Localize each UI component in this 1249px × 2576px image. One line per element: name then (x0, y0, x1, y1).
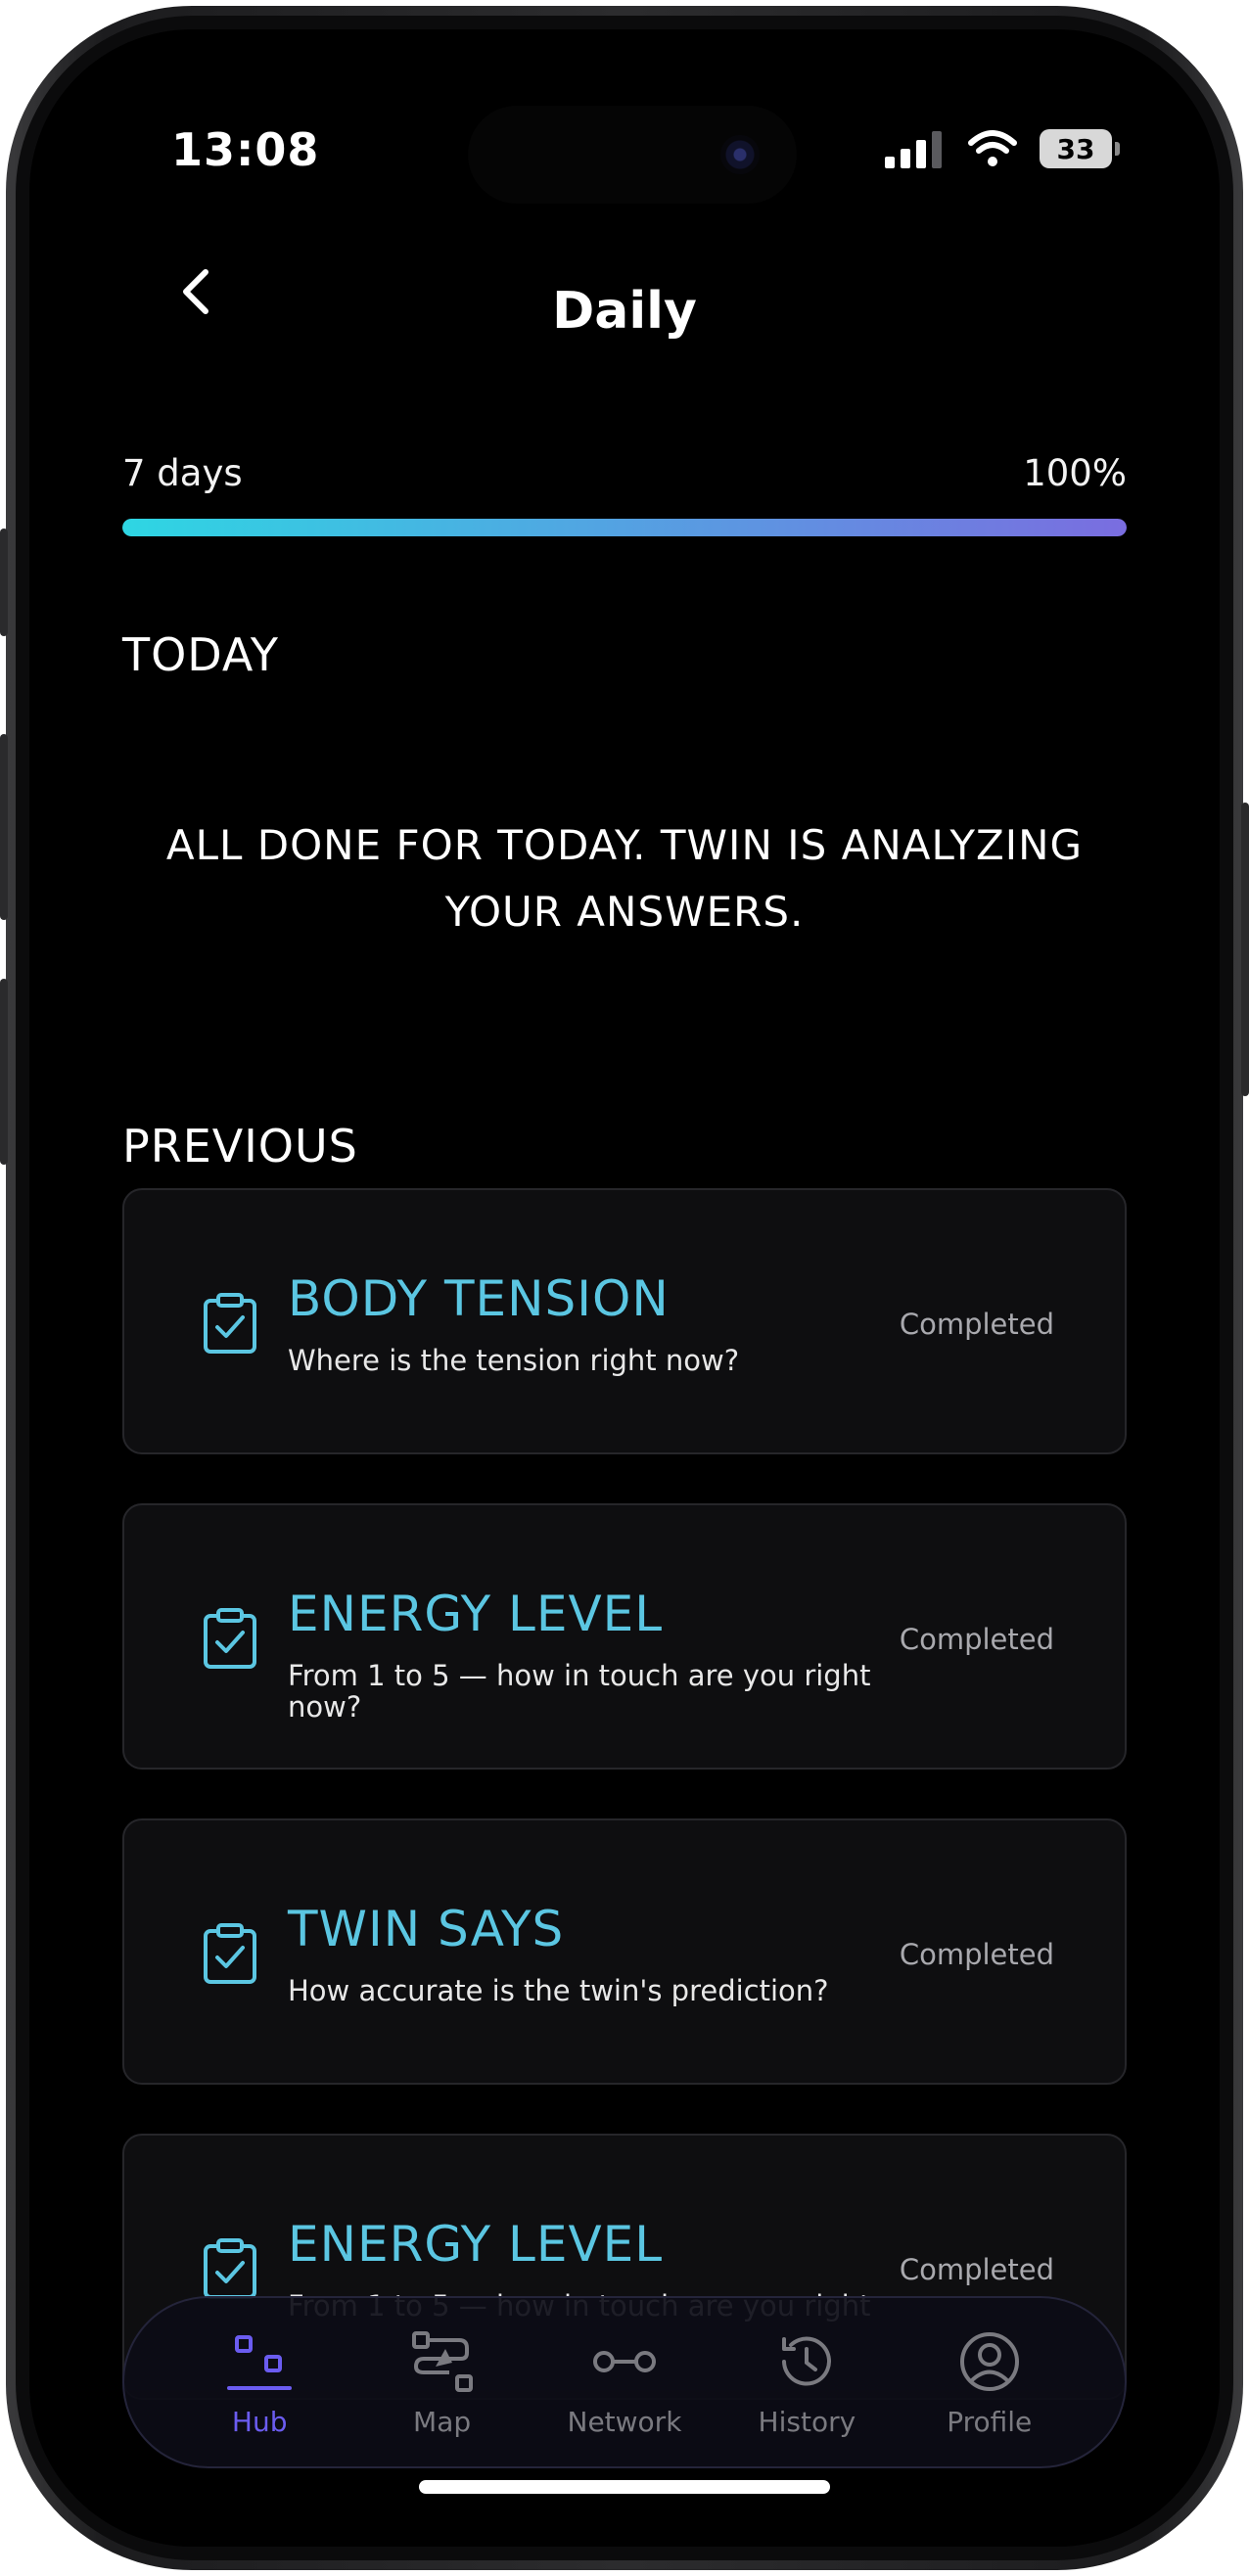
today-heading: TODAY (122, 628, 279, 681)
signal-icon (885, 131, 942, 168)
status-badge: Completed (899, 1938, 1054, 1971)
today-message: ALL DONE FOR TODAY. TWIN IS ANALYZING YO… (122, 812, 1127, 945)
tab-network[interactable]: Network (541, 2327, 708, 2438)
network-icon (592, 2350, 656, 2372)
tab-bar: Hub Map Network History Profile (122, 2296, 1127, 2468)
list-item[interactable]: BODY TENSION Where is the tension right … (122, 1188, 1127, 1454)
card-title: ENERGY LEVEL (288, 2216, 664, 2273)
clipboard-check-icon (204, 1293, 256, 1354)
clipboard-check-icon (204, 1608, 256, 1669)
status-icons: 33 (883, 129, 1120, 168)
tab-label: Profile (947, 2405, 1033, 2438)
hub-icon (227, 2334, 293, 2390)
tab-label: Hub (231, 2405, 288, 2438)
home-indicator[interactable] (419, 2480, 830, 2494)
list-item[interactable]: TWIN SAYS How accurate is the twin's pre… (122, 1818, 1127, 2085)
status-time: 13:08 (171, 123, 320, 176)
status-badge: Completed (899, 2253, 1054, 2286)
profile-icon (959, 2331, 1019, 2391)
tab-history[interactable]: History (723, 2327, 890, 2438)
tab-map[interactable]: Map (359, 2327, 526, 2438)
battery-icon: 33 (1040, 129, 1120, 168)
tab-label: Network (567, 2405, 682, 2438)
page-title: Daily (552, 282, 697, 341)
previous-heading: PREVIOUS (122, 1120, 358, 1173)
card-title: ENERGY LEVEL (288, 1586, 664, 1642)
clipboard-check-icon (204, 2238, 256, 2299)
screen: 13:08 33 Daily 7 days 100% TODAY ALL DON… (29, 29, 1220, 2547)
tab-label: Map (413, 2405, 472, 2438)
card-title: BODY TENSION (288, 1270, 670, 1327)
wifi-icon (968, 130, 1017, 166)
card-title: TWIN SAYS (288, 1901, 565, 1957)
progress-percent: 100% (1023, 452, 1127, 494)
status-badge: Completed (899, 1623, 1054, 1656)
camera-icon (720, 135, 760, 174)
power-button (1241, 803, 1249, 1096)
tab-label: History (758, 2405, 856, 2438)
progress-bar (122, 519, 1127, 536)
clipboard-check-icon (204, 1923, 256, 1984)
card-subtitle: How accurate is the twin's prediction? (288, 1974, 829, 2007)
card-subtitle: From 1 to 5 — how in touch are you right… (288, 1659, 871, 1724)
today-message-line2: YOUR ANSWERS. (444, 888, 805, 936)
volume-down-button (0, 979, 8, 1165)
volume-up-button (0, 734, 8, 920)
map-icon (411, 2330, 473, 2392)
list-item[interactable]: ENERGY LEVEL From 1 to 5 — how in touch … (122, 1503, 1127, 1770)
tab-profile[interactable]: Profile (906, 2327, 1073, 2438)
status-badge: Completed (899, 1308, 1054, 1341)
progress-label: 7 days (122, 452, 243, 494)
card-subtitle: Where is the tension right now? (288, 1344, 740, 1377)
progress-fill (122, 519, 1127, 536)
today-message-line1: ALL DONE FOR TODAY. TWIN IS ANALYZING (165, 821, 1084, 869)
silent-switch (0, 529, 8, 636)
history-icon (782, 2336, 832, 2386)
tab-hub[interactable]: Hub (176, 2327, 343, 2438)
